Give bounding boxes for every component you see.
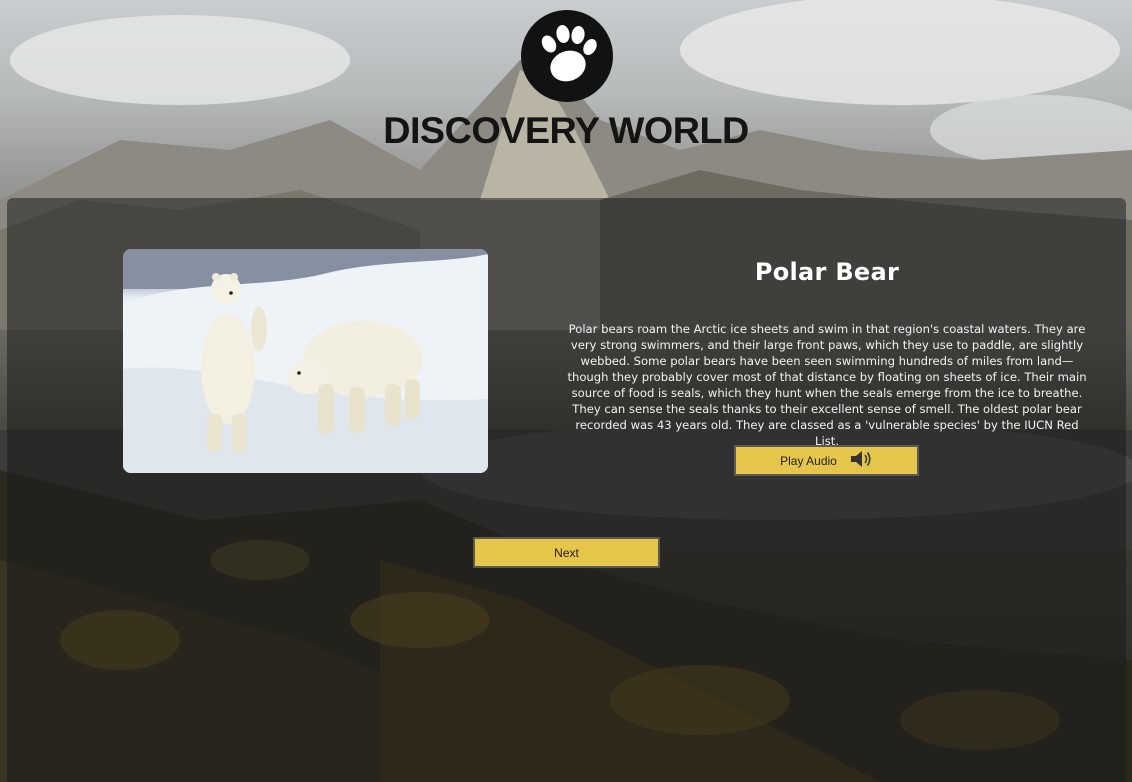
- paw-icon: [521, 10, 613, 102]
- animal-description: Polar bears roam the Arctic ice sheets a…: [567, 322, 1087, 448]
- site-logo[interactable]: DISCOVERY WORLD: [366, 10, 766, 151]
- animal-name: Polar Bear: [754, 258, 900, 286]
- animal-photo: [123, 249, 488, 473]
- play-audio-button[interactable]: Play Audio: [734, 445, 919, 476]
- play-audio-label: Play Audio: [780, 453, 837, 468]
- speaker-icon: [849, 449, 873, 472]
- animal-info-panel: Polar Bear Polar bears roam the Arctic i…: [7, 198, 1126, 782]
- next-button[interactable]: Next: [473, 537, 660, 568]
- brand-name: DISCOVERY WORLD: [383, 110, 749, 151]
